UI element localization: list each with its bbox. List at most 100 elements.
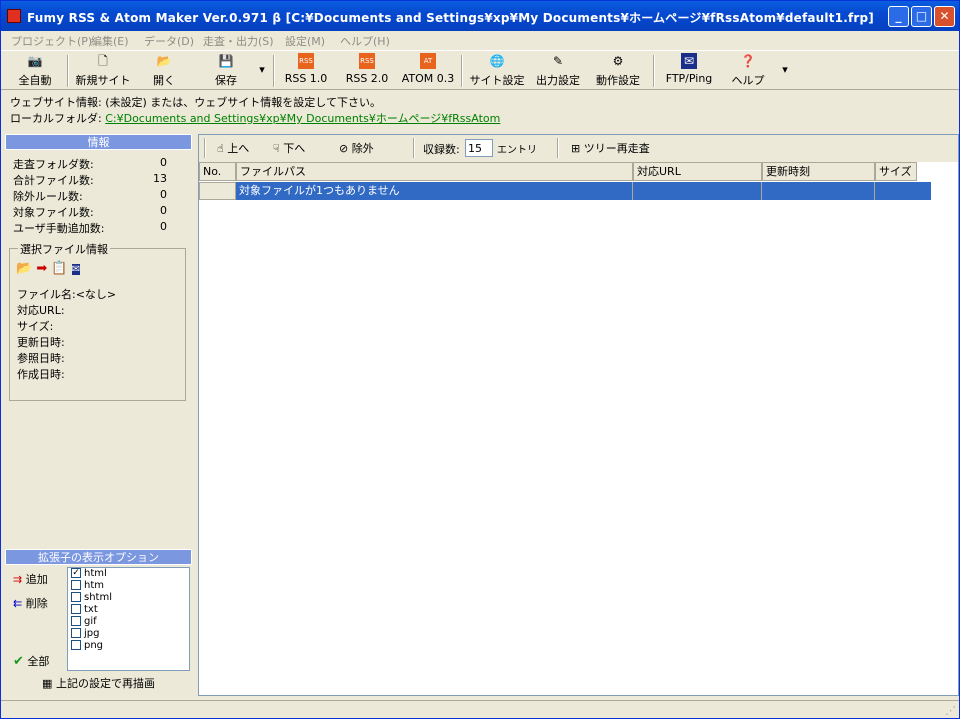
app-icon[interactable]	[7, 9, 21, 23]
local-folder-label: ローカルフォルダ:	[10, 112, 102, 125]
column-header-url[interactable]: 対応URL	[633, 162, 762, 181]
maximize-button[interactable]: □	[911, 6, 932, 27]
extension-list[interactable]: ✓ html htm shtml txt gif jpg png	[67, 567, 190, 671]
open-button[interactable]: 📂 開く	[141, 53, 187, 89]
checkbox[interactable]	[71, 604, 81, 614]
exclude-icon: ⊘	[339, 142, 349, 155]
local-folder-link[interactable]: C:¥Documents and Settings¥xp¥My Document…	[105, 112, 500, 125]
stat-row: 合計ファイル数: 13	[13, 172, 183, 188]
redraw-button[interactable]: ▦ 上記の設定で再描画	[5, 674, 192, 694]
extension-item[interactable]: txt	[68, 604, 189, 616]
menu-settings[interactable]: 設定(M)	[285, 33, 325, 49]
row-number-cell[interactable]	[199, 182, 236, 200]
atom-icon: AT	[420, 53, 436, 69]
minimize-button[interactable]: _	[888, 6, 909, 27]
ftp-ping-button[interactable]: ✉ FTP/Ping	[661, 53, 717, 89]
checkbox[interactable]	[71, 640, 81, 650]
ext-add-button[interactable]: ⇉ 追加	[13, 571, 48, 587]
column-header-no[interactable]: No.	[199, 162, 236, 181]
output-settings-button[interactable]: ✎ 出力設定	[531, 53, 585, 89]
clipboard-icon[interactable]: 📋	[51, 261, 67, 276]
stat-row: 対象ファイル数: 0	[13, 204, 183, 220]
stat-label: 除外ルール数:	[13, 190, 83, 203]
title-bar[interactable]: Fumy RSS & Atom Maker Ver.0.971 β [C:¥Do…	[1, 1, 959, 31]
exclude-button[interactable]: ⊘ 除外	[339, 140, 374, 156]
rss1-icon: RSS	[298, 53, 314, 69]
column-header-size[interactable]: サイズ	[875, 162, 917, 181]
globe-icon: 🌐	[489, 54, 505, 68]
hand-up-icon: ☝	[217, 142, 224, 155]
menu-edit[interactable]: 編集(E)	[91, 33, 129, 49]
menu-help[interactable]: ヘルプ(H)	[340, 33, 390, 49]
cell-divider	[874, 182, 875, 200]
ext-all-button[interactable]: ✔ 全部	[13, 653, 49, 669]
close-button[interactable]: ✕	[934, 6, 955, 27]
stat-value: 0	[160, 204, 167, 217]
camera-icon: 📷	[27, 54, 43, 68]
main-toolbar: 📷 全自動 🗋 新規サイト 📂 開く 💾 保存 ▾ RSS RSS 1.0 RSS RSS …	[1, 50, 959, 90]
window-title: Fumy RSS & Atom Maker Ver.0.971 β [C:¥Do…	[27, 11, 874, 25]
move-icon[interactable]: ➡	[36, 261, 47, 276]
extension-header: 拡張子の表示オプション	[5, 549, 192, 565]
menu-project[interactable]: プロジェクト(P)	[11, 33, 92, 49]
ftp-icon[interactable]: ✉	[71, 264, 81, 275]
menu-scan-output[interactable]: 走査・出力(S)	[203, 33, 274, 49]
table-row[interactable]: 対象ファイルが1つもありません	[236, 182, 931, 200]
checkbox[interactable]	[71, 616, 81, 626]
atom-button[interactable]: AT ATOM 0.3	[401, 53, 455, 89]
left-pane: 情報 走査フォルダ数: 0 合計ファイル数: 13 除外ルール数: 0 対象ファイル数…	[5, 134, 192, 546]
toolbar-separator	[653, 55, 655, 87]
move-down-button[interactable]: ☟ 下へ	[273, 140, 305, 156]
help-button[interactable]: ❓ ヘルプ	[727, 53, 769, 89]
checkbox[interactable]	[71, 592, 81, 602]
count-unit: エントリ	[497, 145, 537, 156]
resize-grip-icon[interactable]: ⋰	[945, 704, 956, 717]
hand-down-icon: ☟	[273, 142, 280, 155]
extension-item[interactable]: shtml	[68, 592, 189, 604]
add-icon: ⇉	[13, 573, 23, 586]
toolbar-separator	[67, 55, 69, 87]
rescan-tree-button[interactable]: ⊞ ツリー再走査	[571, 140, 650, 156]
rss2-icon: RSS	[359, 53, 375, 69]
website-info-value: (未設定) または、ウェブサイト情報を設定して下さい。	[105, 96, 381, 109]
open-folder-icon: 📂	[156, 54, 172, 68]
rss2-button[interactable]: RSS RSS 2.0	[341, 53, 393, 89]
extension-item[interactable]: gif	[68, 616, 189, 628]
extension-item[interactable]: png	[68, 640, 189, 652]
toolbar-separator	[557, 138, 559, 158]
count-input[interactable]	[465, 139, 493, 157]
save-button[interactable]: 💾 保存	[197, 53, 255, 89]
extension-label: shtml	[84, 592, 112, 603]
extension-label: gif	[84, 616, 97, 627]
tree-icon: ⊞	[571, 142, 581, 155]
stat-row: 除外ルール数: 0	[13, 188, 183, 204]
move-up-button[interactable]: ☝ 上へ	[217, 140, 249, 156]
count-label: 収録数:	[423, 143, 460, 156]
column-header-modified[interactable]: 更新時刻	[762, 162, 875, 181]
file-modified-line: 更新日時:	[17, 336, 65, 349]
stat-label: 対象ファイル数:	[13, 206, 94, 219]
extension-item[interactable]: ✓ html	[68, 568, 189, 580]
column-header-path[interactable]: ファイルパス	[236, 162, 633, 181]
selected-file-group: 選択ファイル情報 📂 ➡ 📋 ✉ ファイル名:<なし> 対応URL: サイズ: …	[9, 241, 186, 401]
rss1-button[interactable]: RSS RSS 1.0	[281, 53, 331, 89]
site-settings-button[interactable]: 🌐 サイト設定	[467, 53, 527, 89]
checkbox[interactable]	[71, 580, 81, 590]
extension-item[interactable]: htm	[68, 580, 189, 592]
ext-remove-button[interactable]: ⇇ 削除	[13, 595, 48, 611]
file-grid[interactable]: No. ファイルパス 対応URL 更新時刻 サイズ 対象ファイルが1つもありませ…	[199, 162, 958, 695]
site-info: ウェブサイト情報: (未設定) または、ウェブサイト情報を設定して下さい。 ロー…	[1, 91, 959, 131]
checkbox[interactable]: ✓	[71, 568, 81, 578]
extension-item[interactable]: jpg	[68, 628, 189, 640]
auto-button[interactable]: 📷 全自動	[11, 53, 59, 89]
toolbar-separator	[413, 138, 415, 158]
selected-file-title: 選択ファイル情報	[18, 241, 110, 257]
open-folder-icon[interactable]: 📂	[16, 261, 32, 276]
new-site-button[interactable]: 🗋 新規サイト	[73, 53, 133, 89]
run-settings-button[interactable]: ⚙ 動作設定	[591, 53, 645, 89]
file-actions: 📂 ➡ 📋 ✉	[16, 261, 81, 276]
extension-label: html	[84, 568, 107, 579]
checkbox[interactable]	[71, 628, 81, 638]
file-created-line: 作成日時:	[17, 368, 65, 381]
menu-data[interactable]: データ(D)	[144, 33, 194, 49]
